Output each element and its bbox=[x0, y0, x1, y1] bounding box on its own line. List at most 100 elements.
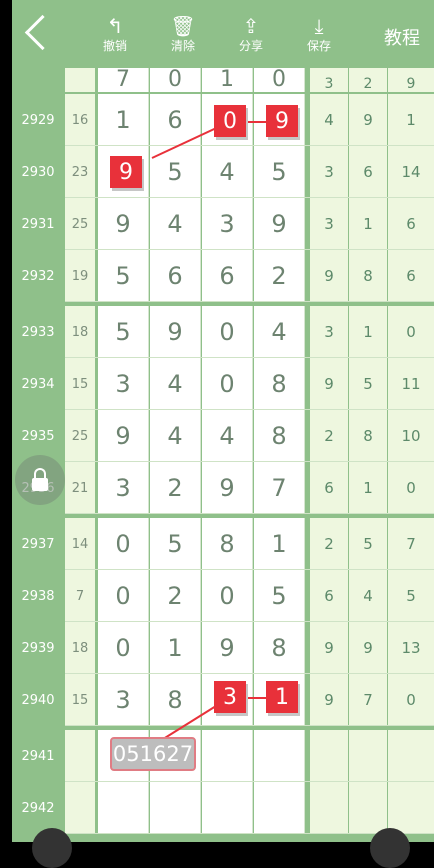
floating-button-right[interactable] bbox=[370, 828, 410, 868]
digit-cell[interactable]: 5 bbox=[98, 306, 149, 358]
table-row: 2933 18 5 9 0 4 3 1 0 bbox=[12, 306, 434, 358]
stat-cell: 5 bbox=[349, 518, 387, 570]
stat-cell: 8 bbox=[349, 250, 387, 302]
stat-cell: 7 bbox=[388, 518, 434, 570]
digit-cell[interactable]: 4 bbox=[150, 358, 201, 410]
digit-cell[interactable]: 8 bbox=[254, 410, 305, 462]
stat-cell: 3 bbox=[310, 198, 348, 250]
digit-cell[interactable]: 8 bbox=[202, 518, 253, 570]
stat-cell: 3 bbox=[310, 306, 348, 358]
floating-button-left[interactable] bbox=[32, 828, 72, 868]
digit-cell[interactable]: 3 bbox=[98, 674, 149, 726]
stat-cell: 9 bbox=[349, 94, 387, 146]
partial-row: 7 0 1 0 3 2 9 bbox=[12, 68, 434, 92]
mark-box[interactable]: 3 bbox=[214, 681, 246, 713]
digit-cell[interactable]: 5 bbox=[254, 570, 305, 622]
digit-cell[interactable] bbox=[254, 782, 305, 834]
digit-cell[interactable]: 4 bbox=[150, 198, 201, 250]
stat-cell: 9 bbox=[310, 358, 348, 410]
digit-cell[interactable] bbox=[202, 730, 253, 782]
stat-cell: 9 bbox=[349, 622, 387, 674]
table-row: 29302395453614 bbox=[12, 146, 434, 198]
digit-cell[interactable]: 9 bbox=[202, 462, 253, 514]
digit-cell[interactable]: 0 bbox=[202, 358, 253, 410]
stat-cell: 9 bbox=[310, 674, 348, 726]
row-sum: 15 bbox=[65, 674, 95, 726]
digit-cell[interactable] bbox=[202, 782, 253, 834]
digit-cell[interactable]: 0 bbox=[98, 570, 149, 622]
digit-cell[interactable]: 9 bbox=[150, 306, 201, 358]
table-row: 2939 18 0 1 9 8 9 9 13 bbox=[12, 622, 434, 674]
stat-cell: 6 bbox=[388, 198, 434, 250]
digit-cell[interactable]: 8 bbox=[254, 622, 305, 674]
row-sum: 14 bbox=[65, 518, 95, 570]
digit-cell[interactable]: 0 bbox=[98, 622, 149, 674]
row-id: 2933 bbox=[12, 306, 64, 358]
digit-cell[interactable]: 5 bbox=[150, 518, 201, 570]
digit-cell[interactable]: 2 bbox=[254, 250, 305, 302]
mark-box[interactable]: 9 bbox=[110, 156, 142, 188]
digit-cell[interactable]: 4 bbox=[150, 410, 201, 462]
download-icon: ⤓ bbox=[314, 14, 324, 38]
clear-button[interactable]: 🗑 清除 bbox=[158, 14, 208, 54]
digit-cell[interactable]: 8 bbox=[254, 358, 305, 410]
digit-cell[interactable]: 5 bbox=[98, 250, 149, 302]
digit-cell[interactable]: 5 bbox=[254, 146, 305, 198]
undo-button[interactable]: ↰ 撤销 bbox=[90, 14, 140, 54]
mark-box[interactable]: 1 bbox=[266, 681, 298, 713]
stat-cell: 9 bbox=[310, 250, 348, 302]
digit-cell[interactable]: 6 bbox=[202, 250, 253, 302]
digit-cell[interactable]: 1 bbox=[150, 622, 201, 674]
stat-cell bbox=[388, 730, 434, 782]
table-row: 2934 15 3 4 0 8 9 5 11 bbox=[12, 358, 434, 410]
digit-cell[interactable]: 9 bbox=[202, 622, 253, 674]
stat-cell: 6 bbox=[388, 250, 434, 302]
stat-cell: 14 bbox=[388, 146, 434, 198]
connector-line bbox=[248, 697, 266, 699]
digit-cell[interactable]: 0 bbox=[202, 570, 253, 622]
digit-cell[interactable]: 4 bbox=[202, 146, 253, 198]
back-arrow-icon[interactable] bbox=[24, 14, 61, 51]
stat-cell bbox=[349, 730, 387, 782]
digit-cell[interactable]: 0 bbox=[202, 306, 253, 358]
undo-icon: ↰ bbox=[106, 14, 124, 38]
number-input-preview[interactable]: 051627 bbox=[110, 737, 196, 771]
row-sum: 25 bbox=[65, 410, 95, 462]
table-row: 2942 bbox=[12, 782, 434, 834]
help-button[interactable]: 教程 bbox=[384, 24, 420, 50]
row-sum bbox=[65, 782, 95, 834]
digit-cell[interactable] bbox=[150, 782, 201, 834]
stat-cell: 1 bbox=[349, 462, 387, 514]
digit-cell[interactable]: 9 bbox=[98, 198, 149, 250]
digit-cell[interactable]: 3 bbox=[202, 198, 253, 250]
row-id: 2929 bbox=[12, 94, 64, 146]
stat-cell: 0 bbox=[388, 462, 434, 514]
digit-cell[interactable]: 4 bbox=[254, 306, 305, 358]
save-button[interactable]: ⤓ 保存 bbox=[294, 14, 344, 54]
digit-cell[interactable]: 0 bbox=[98, 518, 149, 570]
stat-cell: 1 bbox=[349, 198, 387, 250]
mark-box[interactable]: 0 bbox=[214, 105, 246, 137]
digit-cell[interactable] bbox=[98, 782, 149, 834]
digit-cell[interactable]: 3 bbox=[98, 462, 149, 514]
stat-cell: 2 bbox=[310, 518, 348, 570]
connector-line bbox=[248, 121, 266, 123]
digit-cell[interactable] bbox=[254, 730, 305, 782]
digit-cell[interactable]: 1 bbox=[98, 94, 149, 146]
stat-cell: 13 bbox=[388, 622, 434, 674]
digit-cell[interactable]: 6 bbox=[150, 250, 201, 302]
stat-cell: 5 bbox=[349, 358, 387, 410]
share-button[interactable]: ⇪ 分享 bbox=[226, 14, 276, 54]
digit-cell[interactable]: 7 bbox=[254, 462, 305, 514]
stat-cell: 4 bbox=[349, 570, 387, 622]
digit-cell[interactable]: 3 bbox=[98, 358, 149, 410]
digit-cell[interactable]: 1 bbox=[254, 518, 305, 570]
stat-cell bbox=[388, 782, 434, 834]
lock-button[interactable] bbox=[15, 455, 65, 505]
digit-cell[interactable]: 9 bbox=[254, 198, 305, 250]
digit-cell[interactable]: 4 bbox=[202, 410, 253, 462]
digit-cell[interactable]: 2 bbox=[150, 462, 201, 514]
mark-box[interactable]: 9 bbox=[266, 105, 298, 137]
digit-cell[interactable]: 9 bbox=[98, 410, 149, 462]
digit-cell[interactable]: 2 bbox=[150, 570, 201, 622]
